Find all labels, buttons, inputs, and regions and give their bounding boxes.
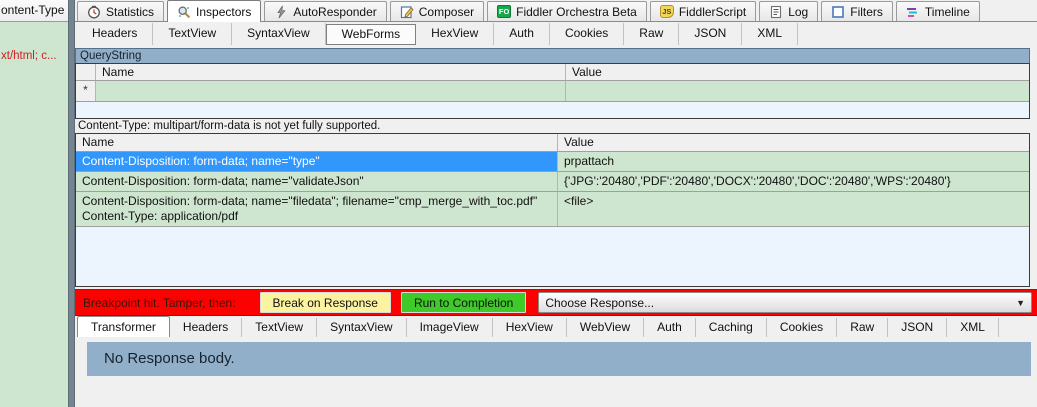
form-data-row[interactable]: Content-Disposition: form-data; name="ty… (76, 152, 1029, 172)
fiddler-window: ontent-Type xt/html; c... Statistics Insp… (0, 0, 1037, 407)
tab-xml[interactable]: XML (742, 23, 798, 45)
tab-filters[interactable]: Filters (821, 1, 893, 21)
tab-statistics[interactable]: Statistics (77, 1, 164, 21)
form-data-value-cell[interactable]: <file> (558, 192, 1029, 226)
tab-hexview[interactable]: HexView (493, 318, 567, 337)
panel-splitter[interactable] (68, 0, 75, 407)
session-list[interactable]: xt/html; c... (0, 22, 68, 407)
break-on-response-button[interactable]: Break on Response (260, 292, 391, 313)
no-response-body-message: No Response body. (87, 342, 1031, 376)
form-data-rows: Content-Disposition: form-data; name="ty… (76, 152, 1029, 227)
session-row-content-type-cell[interactable]: xt/html; c... (1, 50, 57, 62)
tab-autoresponder[interactable]: AutoResponder (264, 1, 386, 21)
form-data-name-cell[interactable]: Content-Disposition: form-data; name="fi… (76, 192, 558, 226)
run-to-completion-button[interactable]: Run to Completion (401, 292, 526, 313)
request-inspector-tab-strip: HeadersTextViewSyntaxViewWebFormsHexView… (75, 22, 1037, 46)
querystring-gutter-header (76, 64, 96, 80)
form-data-table-header: Name Value (76, 134, 1029, 152)
querystring-value-column-header[interactable]: Value (566, 64, 1029, 80)
inspectors-panel: Statistics Inspectors AutoResponder Compose… (75, 0, 1037, 407)
tab-raw[interactable]: Raw (837, 318, 888, 337)
breakpoint-status-label: Breakpoint hit. Tamper, then: (83, 296, 236, 310)
tab-webforms[interactable]: WebForms (326, 24, 416, 45)
clock-icon (87, 5, 101, 19)
tab-auth[interactable]: Auth (494, 23, 550, 45)
form-data-row[interactable]: Content-Disposition: form-data; name="fi… (76, 192, 1029, 227)
tab-label: Inspectors (196, 5, 251, 19)
tab-headers[interactable]: Headers (170, 318, 242, 337)
tab-raw[interactable]: Raw (624, 23, 679, 45)
form-data-table: Name Value Content-Disposition: form-dat… (75, 133, 1030, 287)
form-data-value-column-header[interactable]: Value (558, 134, 1029, 151)
form-data-value-cell[interactable]: prpattach (558, 152, 1029, 171)
magnifier-icon (177, 5, 191, 19)
tab-label: Composer (419, 5, 474, 19)
fo-badge-icon: FO (497, 5, 511, 18)
tab-fiddler-orchestra-beta[interactable]: FO Fiddler Orchestra Beta (487, 1, 647, 21)
tab-composer[interactable]: Composer (390, 1, 484, 21)
session-list-panel: ontent-Type xt/html; c... (0, 0, 68, 407)
timeline-icon (906, 5, 920, 19)
tab-textview[interactable]: TextView (242, 318, 317, 337)
multipart-notice: Content-Type: multipart/form-data is not… (75, 119, 1037, 133)
choose-response-selected-value: Choose Response... (545, 296, 654, 310)
form-data-name-column-header[interactable]: Name (76, 134, 558, 151)
response-inspector-tab-strip: TransformerHeadersTextViewSyntaxViewImag… (75, 316, 1037, 337)
querystring-value-cell[interactable] (566, 81, 1029, 101)
tab-fiddlerscript[interactable]: JS FiddlerScript (650, 1, 756, 21)
tab-imageview[interactable]: ImageView (407, 318, 493, 337)
tab-label: Statistics (106, 5, 154, 19)
breakpoint-bar: Breakpoint hit. Tamper, then: Break on R… (75, 289, 1037, 316)
new-row-marker: * (76, 81, 96, 101)
tab-xml[interactable]: XML (947, 318, 999, 337)
tab-auth[interactable]: Auth (644, 318, 696, 337)
filters-icon (831, 5, 845, 19)
querystring-table: Name Value * (75, 63, 1030, 119)
tab-textview[interactable]: TextView (153, 23, 232, 45)
tab-inspectors[interactable]: Inspectors (167, 0, 261, 22)
form-data-table-filler (76, 227, 1029, 286)
tab-webview[interactable]: WebView (567, 318, 644, 337)
tab-hexview[interactable]: HexView (416, 23, 494, 45)
composer-icon (400, 5, 414, 19)
tab-timeline[interactable]: Timeline (896, 1, 980, 21)
tab-label: Log (788, 5, 808, 19)
form-data-row[interactable]: Content-Disposition: form-data; name="va… (76, 172, 1029, 192)
querystring-table-header: Name Value (76, 64, 1029, 81)
main-tab-strip: Statistics Inspectors AutoResponder Compose… (75, 0, 1037, 22)
tab-json[interactable]: JSON (679, 23, 742, 45)
response-body-panel: No Response body. (75, 337, 1037, 407)
tab-caching[interactable]: Caching (696, 318, 767, 337)
form-data-name-cell[interactable]: Content-Disposition: form-data; name="ty… (76, 152, 558, 171)
tab-headers[interactable]: Headers (77, 23, 153, 45)
tab-json[interactable]: JSON (888, 318, 947, 337)
form-data-value-cell[interactable]: {'JPG':'20480','PDF':'20480','DOCX':'204… (558, 172, 1029, 191)
tab-label: Fiddler Orchestra Beta (516, 5, 637, 19)
querystring-name-column-header[interactable]: Name (96, 64, 566, 80)
script-icon: JS (660, 5, 674, 18)
tab-label: Filters (850, 5, 883, 19)
tab-syntaxview[interactable]: SyntaxView (317, 318, 406, 337)
tab-log[interactable]: Log (759, 1, 818, 21)
tab-cookies[interactable]: Cookies (767, 318, 837, 337)
tab-label: FiddlerScript (679, 5, 746, 19)
querystring-title: QueryString (75, 48, 1030, 63)
webforms-view: QueryString Name Value * Content-Type: m… (75, 46, 1037, 287)
querystring-table-filler (76, 102, 1029, 118)
form-data-name-cell[interactable]: Content-Disposition: form-data; name="va… (76, 172, 558, 191)
chevron-down-icon: ▼ (1016, 298, 1025, 308)
querystring-name-cell[interactable] (96, 81, 566, 101)
tab-syntaxview[interactable]: SyntaxView (232, 23, 325, 45)
lightning-icon (274, 5, 288, 19)
querystring-new-row[interactable]: * (76, 81, 1029, 102)
log-icon (769, 5, 783, 19)
tab-cookies[interactable]: Cookies (550, 23, 624, 45)
choose-response-dropdown[interactable]: Choose Response... ▼ (538, 292, 1032, 313)
tab-label: AutoResponder (293, 5, 376, 19)
tab-transformer[interactable]: Transformer (77, 316, 170, 337)
tab-label: Timeline (925, 5, 970, 19)
session-column-header-content-type[interactable]: ontent-Type (0, 0, 68, 22)
